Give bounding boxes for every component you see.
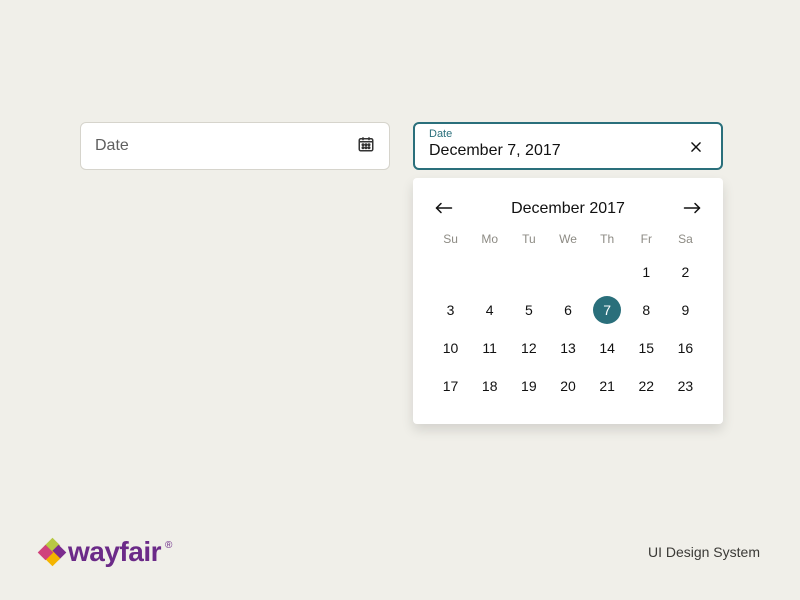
calendar-day[interactable]: 23 [671, 372, 699, 400]
calendar-day[interactable]: 20 [554, 372, 582, 400]
day-of-week-label: Mo [470, 232, 509, 248]
day-of-week-label: We [548, 232, 587, 248]
calendar-day[interactable]: 12 [515, 334, 543, 362]
prev-month-button[interactable] [431, 196, 457, 222]
date-placeholder: Date [95, 137, 129, 155]
brand-registered: ® [165, 540, 172, 551]
day-of-week-label: Su [431, 232, 470, 248]
calendar-day[interactable]: 15 [632, 334, 660, 362]
date-input-closed[interactable]: Date [80, 122, 390, 170]
calendar-day[interactable]: 5 [515, 296, 543, 324]
date-input-open[interactable]: Date December 7, 2017 [413, 122, 723, 170]
calendar-cell: 20 [548, 372, 587, 400]
calendar-day[interactable]: 9 [671, 296, 699, 324]
calendar-cell: 4 [470, 296, 509, 324]
calendar-day[interactable]: 13 [554, 334, 582, 362]
calendar-popover: December 2017 SuMoTuWeThFrSa123456789101… [413, 178, 723, 424]
calendar-cell: 10 [431, 334, 470, 362]
calendar-day[interactable]: 14 [593, 334, 621, 362]
calendar-day[interactable]: 8 [632, 296, 660, 324]
calendar-day[interactable]: 3 [437, 296, 465, 324]
clear-button[interactable] [685, 137, 707, 159]
arrow-left-icon [435, 201, 453, 218]
next-month-button[interactable] [679, 196, 705, 222]
calendar-cell: 13 [548, 334, 587, 362]
calendar-cell: 12 [509, 334, 548, 362]
calendar-day[interactable]: 21 [593, 372, 621, 400]
calendar-header: December 2017 [431, 196, 705, 222]
tagline: UI Design System [648, 544, 760, 560]
calendar-day[interactable]: 2 [671, 258, 699, 286]
calendar-day[interactable]: 4 [476, 296, 504, 324]
calendar-cell: 14 [588, 334, 627, 362]
calendar-cell-empty [431, 258, 470, 286]
calendar-day[interactable]: 10 [437, 334, 465, 362]
calendar-cell: 8 [627, 296, 666, 324]
calendar-cell: 18 [470, 372, 509, 400]
calendar-day[interactable]: 1 [632, 258, 660, 286]
stage: Date Date December 7, 2017 [0, 0, 800, 600]
day-of-week-label: Th [588, 232, 627, 248]
calendar-cell: 1 [627, 258, 666, 286]
brand-logo: wayfair ® [40, 536, 172, 568]
calendar-cell: 23 [666, 372, 705, 400]
calendar-cell: 7 [588, 296, 627, 324]
month-title: December 2017 [511, 200, 625, 218]
calendar-day[interactable]: 18 [476, 372, 504, 400]
calendar-day[interactable]: 16 [671, 334, 699, 362]
arrow-right-icon [683, 201, 701, 218]
day-of-week-label: Tu [509, 232, 548, 248]
calendar-day[interactable]: 7 [593, 296, 621, 324]
calendar-cell: 5 [509, 296, 548, 324]
calendar-cell: 6 [548, 296, 587, 324]
date-input-open-text: Date December 7, 2017 [429, 128, 561, 161]
calendar-icon [357, 135, 375, 158]
close-icon [689, 140, 703, 157]
calendar-grid: SuMoTuWeThFrSa12345678910111213141516171… [431, 232, 705, 400]
calendar-cell: 15 [627, 334, 666, 362]
day-of-week-label: Fr [627, 232, 666, 248]
calendar-cell: 11 [470, 334, 509, 362]
calendar-cell-empty [588, 258, 627, 286]
calendar-cell: 21 [588, 372, 627, 400]
calendar-day[interactable]: 11 [476, 334, 504, 362]
calendar-cell: 2 [666, 258, 705, 286]
brand-name: wayfair [68, 536, 161, 568]
day-of-week-label: Sa [666, 232, 705, 248]
calendar-day[interactable]: 19 [515, 372, 543, 400]
calendar-day[interactable]: 6 [554, 296, 582, 324]
calendar-cell-empty [509, 258, 548, 286]
calendar-cell: 19 [509, 372, 548, 400]
date-float-label: Date [429, 128, 561, 140]
calendar-cell: 3 [431, 296, 470, 324]
calendar-cell-empty [548, 258, 587, 286]
calendar-cell: 9 [666, 296, 705, 324]
calendar-cell-empty [470, 258, 509, 286]
calendar-day[interactable]: 17 [437, 372, 465, 400]
brand-mark-icon [40, 540, 64, 564]
calendar-cell: 22 [627, 372, 666, 400]
calendar-day[interactable]: 22 [632, 372, 660, 400]
date-value: December 7, 2017 [429, 141, 561, 161]
calendar-cell: 17 [431, 372, 470, 400]
calendar-cell: 16 [666, 334, 705, 362]
